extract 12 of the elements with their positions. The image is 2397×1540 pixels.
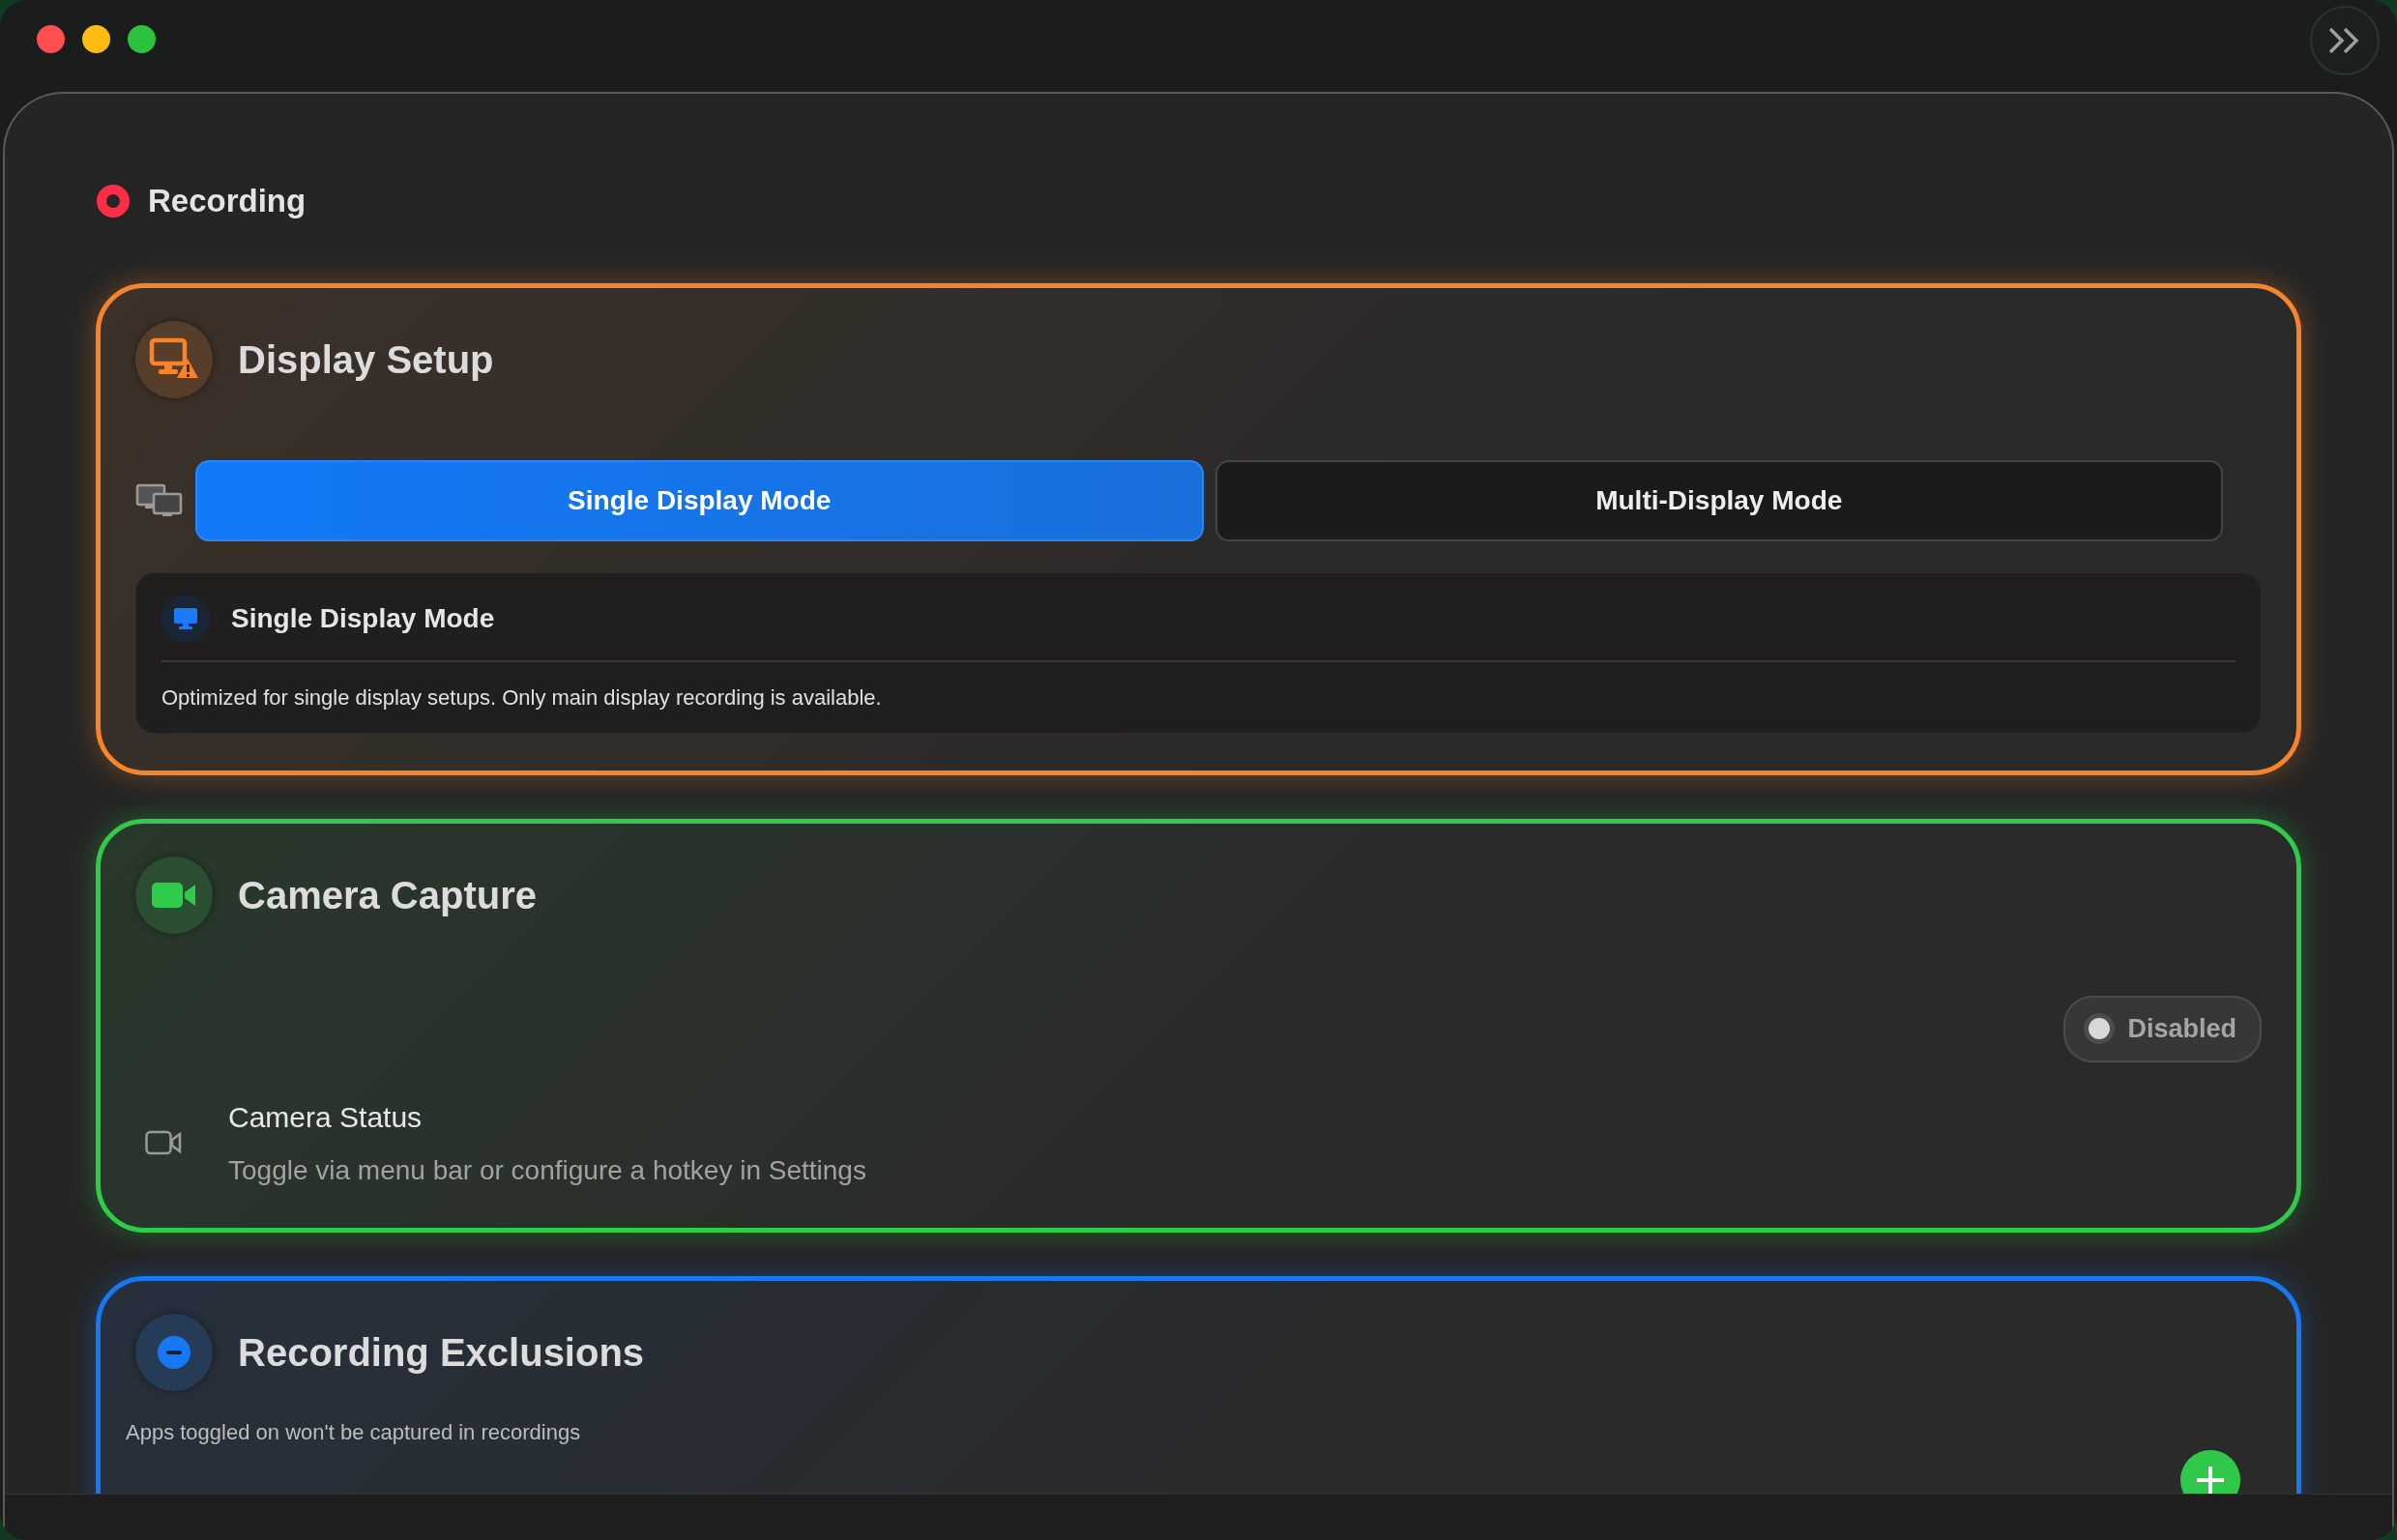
section-description: Apps toggled on won't be captured in recordings — [126, 1418, 582, 1446]
status-label: Disabled — [2127, 1013, 2236, 1045]
page-title: Recording — [148, 182, 307, 221]
status-title: Camera Status — [228, 1099, 424, 1135]
section-title: Recording Exclusions — [238, 1329, 645, 1376]
mode-tab[interactable]: Multi-Display Mode — [1214, 460, 2223, 541]
status-description: Toggle via menu bar or configure a hotkey in Settings — [228, 1153, 866, 1187]
info-title: Single Display Mode — [231, 602, 495, 635]
section-title: Camera Capture — [238, 873, 537, 918]
info-description: Optimized for single display setups. Only main display recording is available. — [161, 684, 883, 712]
mode-tab[interactable]: Single Display Mode — [195, 460, 1204, 541]
section-title: Display Setup — [238, 337, 494, 383]
